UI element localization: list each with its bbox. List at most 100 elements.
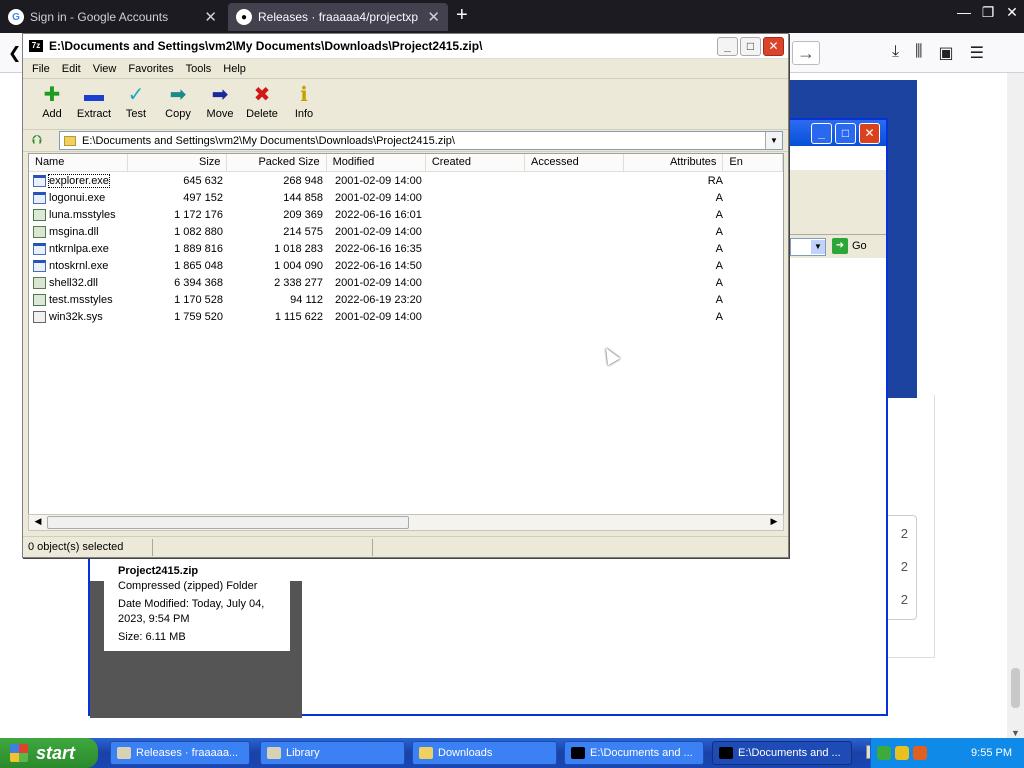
menu-help[interactable]: Help [217,63,252,75]
file-row[interactable]: msgina.dll 1 082 880 214 575 2001-02-09 14:… [29,223,783,240]
file-row[interactable]: luna.msstyles 1 172 176 209 369 2022-06-16 … [29,206,783,223]
explorer-window-controls: _ □ ✕ [811,123,880,144]
extract-label: Extract [76,108,112,120]
delete-button[interactable]: ✖ Delete [241,82,283,129]
file-rows: explorer.exe 645 632 268 948 2001-02-09 14:… [29,172,783,325]
close-icon[interactable]: ✕ [763,37,784,56]
folder-up-icon[interactable]: ⮉ [27,132,47,150]
sevenzip-app-icon: 7z [29,40,43,52]
status-section [153,538,373,556]
column-size[interactable]: Size [128,154,228,171]
address-combo[interactable]: ▼ [790,238,826,256]
file-row[interactable]: logonui.exe 497 152 144 858 2001-02-09 14:0… [29,189,783,206]
move-button[interactable]: ➡ Move [199,82,241,129]
cell-size: 497 152 [183,191,223,204]
tab-google-signin[interactable]: G Sign in - Google Accounts ✕ [0,3,225,31]
copy-label: Copy [165,108,191,120]
page-scrollbar[interactable]: ▼ [1007,73,1024,740]
go-button[interactable]: ➜ Go [832,238,867,254]
file-row[interactable]: win32k.sys 1 759 520 1 115 622 2001-02-09 1… [29,308,783,325]
network-icon[interactable] [877,746,891,760]
details-size: Size: 6.11 MB [118,631,186,643]
close-icon[interactable]: ✕ [1000,4,1024,21]
taskbar-item-library[interactable]: Library [260,741,405,765]
theme-file-icon [33,208,46,221]
sidebar-icon[interactable]: ▣ [938,43,953,63]
horizontal-scrollbar[interactable]: ◀ ▶ [28,514,784,531]
scrollbar-thumb[interactable] [1011,668,1020,708]
forward-arrow-icon[interactable]: → [792,41,820,65]
restore-icon[interactable]: ❐ [976,4,1000,21]
new-tab-icon[interactable]: + [456,4,468,27]
cell-name: shell32.dll [29,276,129,289]
test-button[interactable]: ✓ Test [115,82,157,129]
plus-icon: ✚ [43,84,61,106]
extract-button[interactable]: ▬ Extract [73,82,115,129]
close-icon[interactable]: ✕ [859,123,880,144]
close-icon[interactable]: ✕ [204,8,217,26]
chevron-down-icon[interactable]: ▼ [765,132,782,149]
column-encrypted[interactable]: En [723,154,783,171]
google-icon: G [8,9,24,25]
go-arrow-icon: ➜ [832,238,848,254]
column-packed-size[interactable]: Packed Size [227,154,327,171]
column-modified[interactable]: Modified [327,154,426,171]
menu-file[interactable]: File [26,63,56,75]
back-arrow-icon[interactable]: ❮ [8,43,21,63]
menu-favorites[interactable]: Favorites [122,63,179,75]
folder-icon [419,747,433,759]
minimize-icon[interactable]: — [952,4,976,21]
security-shield-icon[interactable] [895,746,909,760]
column-created[interactable]: Created [426,154,526,171]
file-name: luna.msstyles [49,208,116,221]
start-button[interactable]: start [0,738,98,768]
cell-attributes: A [715,225,723,238]
cell-modified: 2022-06-19 23:20 [335,293,422,306]
maximize-icon[interactable]: □ [740,37,761,56]
tab-releases[interactable]: ● Releases · fraaaaa4/projectxp24 ✕ [228,3,448,31]
menu-icon[interactable]: ☰ [970,43,984,63]
search-icon[interactable] [913,746,927,760]
path-input[interactable]: E:\Documents and Settings\vm2\My Documen… [59,131,783,150]
file-row[interactable]: shell32.dll 6 394 368 2 338 277 2001-02-09 … [29,274,783,291]
add-button[interactable]: ✚ Add [31,82,73,129]
menu-edit[interactable]: Edit [56,63,87,75]
minus-icon: ▬ [84,84,104,106]
taskbar-item-7zip-2[interactable]: E:\Documents and ... [712,741,852,765]
file-row[interactable]: ntkrnlpa.exe 1 889 816 1 018 283 2022-06-16… [29,240,783,257]
menu-view[interactable]: View [87,63,123,75]
file-row[interactable]: ntoskrnl.exe 1 865 048 1 004 090 2022-06-16… [29,257,783,274]
cell-name: explorer.exe [29,173,129,188]
download-icon[interactable]: ⤓ [892,43,899,63]
menu-tools[interactable]: Tools [180,63,218,75]
chevron-right-icon[interactable]: ▶ [767,516,781,529]
delete-icon: ✖ [253,84,271,106]
theme-file-icon [33,293,46,306]
minimize-icon[interactable]: _ [811,123,832,144]
chevron-left-icon[interactable]: ◀ [31,516,45,529]
library-icon [267,747,281,759]
column-attributes[interactable]: Attributes [624,154,724,171]
chevron-down-icon[interactable]: ▼ [811,240,825,254]
taskbar-item-firefox[interactable]: Releases · fraaaaa... [110,741,250,765]
file-row[interactable]: test.msstyles 1 170 528 94 112 2022-06-19 2… [29,291,783,308]
chevron-down-icon[interactable]: ▼ [1011,728,1020,738]
copy-button[interactable]: ➡ Copy [157,82,199,129]
scrollbar-thumb[interactable] [47,516,409,529]
sys-file-icon [33,310,46,323]
maximize-icon[interactable]: □ [835,123,856,144]
column-name[interactable]: Name [29,154,129,171]
column-accessed[interactable]: Accessed [525,154,625,171]
info-button[interactable]: ℹ Info [283,82,325,129]
exe-file-icon [33,259,46,272]
library-icon[interactable]: ⫼ [915,43,922,63]
taskbar-item-downloads[interactable]: Downloads [412,741,557,765]
file-row[interactable]: explorer.exe 645 632 268 948 2001-02-09 14:… [29,172,783,189]
move-label: Move [206,108,234,120]
cell-size: 645 632 [183,174,223,187]
taskbar-item-7zip-1[interactable]: E:\Documents and ... [564,741,704,765]
sevenzip-title-bar[interactable]: 7z E:\Documents and Settings\vm2\My Docu… [23,34,788,59]
minimize-icon[interactable]: _ [717,37,738,56]
cell-size: 1 170 528 [174,293,223,306]
close-icon[interactable]: ✕ [427,8,440,26]
